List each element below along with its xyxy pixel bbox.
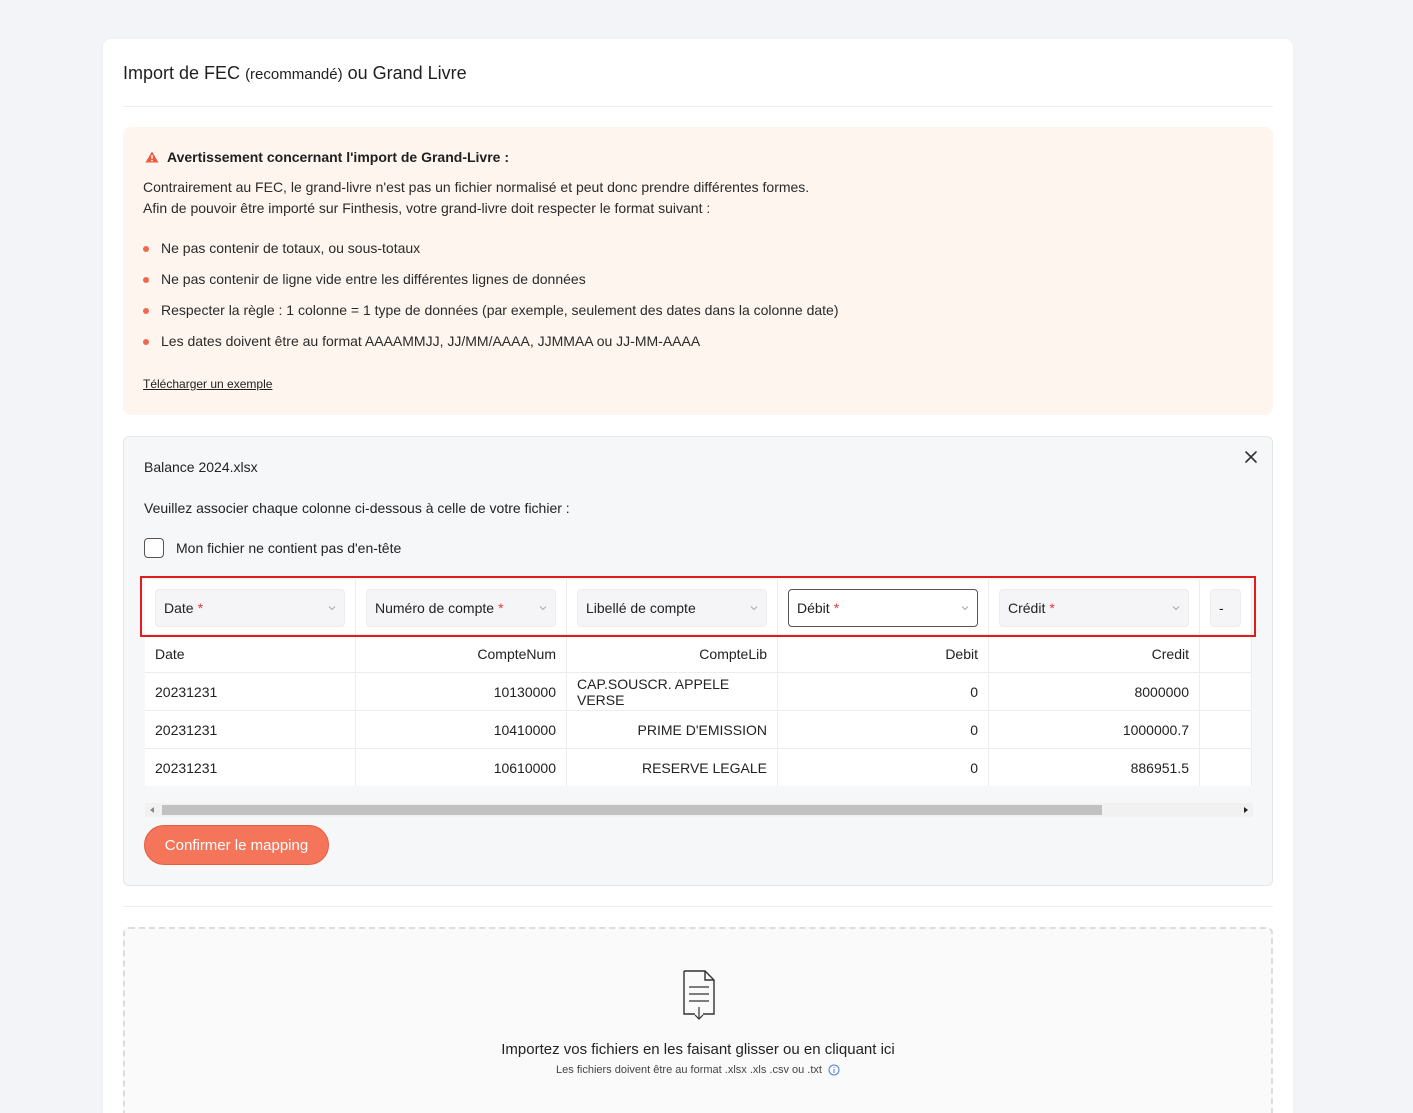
table-header-cell: CompteNum [356,634,567,672]
bullet-text: Les dates doivent être au format AAAAMMJ… [161,333,701,349]
table-cell: 10610000 [356,748,567,786]
table-cell: 0 [778,672,989,710]
mapping-table: Date * Date 20231231 20231231 20231231 Nu… [145,580,1253,787]
table-header-cell: Debit [778,634,989,672]
warning-bullet-list: Ne pas contenir de totaux, ou sous-totau… [143,240,839,364]
table-column: Débit * Debit 0 0 0 [778,580,989,786]
bullet-dot [143,277,149,283]
column-select-credit[interactable]: Crédit * [999,589,1189,627]
table-cell: 0 [778,710,989,748]
warning-heading: Avertissement concernant l'import de Gra… [145,149,509,165]
select-label: - [1219,600,1224,616]
warning-box: Avertissement concernant l'import de Gra… [123,127,1273,415]
scrollbar-thumb[interactable] [162,805,1102,815]
chevron-down-icon [539,606,547,611]
table-header-cell [1200,634,1252,672]
table-column: Numéro de compte * CompteNum 10130000 104… [356,580,567,786]
title-divider [123,106,1273,107]
page-title: Import de FEC (recommandé) ou Grand Livr… [123,63,467,84]
chevron-down-icon [961,606,969,611]
bullet-text: Ne pas contenir de totaux, ou sous-totau… [161,240,421,256]
bullet-text: Ne pas contenir de ligne vide entre les … [161,271,586,287]
table-header-cell: Date [145,634,356,672]
table-header-cell: CompteLib [567,634,778,672]
table-cell: 20231231 [145,710,356,748]
select-label: Libellé de compte [586,600,696,616]
table-column: Date * Date 20231231 20231231 20231231 [145,580,356,786]
table-cell [1200,748,1252,786]
scroll-left-icon[interactable] [148,806,156,814]
chevron-down-icon [750,606,758,611]
bullet-dot [143,246,149,252]
select-label: Date * [164,600,204,616]
select-label: Numéro de compte * [375,600,504,616]
table-cell: 886951.5 [989,748,1200,786]
scroll-right-icon[interactable] [1242,806,1250,814]
table-cell: 10130000 [356,672,567,710]
select-cell: Débit * [778,580,989,634]
column-select-numero-de-compte[interactable]: Numéro de compte * [366,589,556,627]
select-cell: Libellé de compte [567,580,778,634]
download-example-link[interactable]: Télécharger un exemple [143,377,272,391]
column-select-debit[interactable]: Débit * [788,589,978,627]
select-label: Débit * [797,600,840,616]
select-cell: Numéro de compte * [356,580,567,634]
column-select-date[interactable]: Date * [155,589,345,627]
mapping-instruction: Veuillez associer chaque colonne ci-dess… [144,500,570,516]
confirm-mapping-button[interactable]: Confirmer le mapping [144,825,329,865]
warning-icon [145,151,159,163]
select-cell: - [1200,580,1252,634]
chevron-down-icon [328,606,336,611]
file-name: Balance 2024.xlsx [144,459,258,475]
chevron-down-icon [1172,606,1180,611]
table-cell: RESERVE LEGALE [567,748,778,786]
no-header-checkbox[interactable] [144,538,164,558]
table-cell: 1000000.7 [989,710,1200,748]
title-end: ou Grand Livre [347,63,467,83]
select-label: Crédit * [1008,600,1055,616]
table-column: - [1200,580,1252,786]
select-cell: Date * [145,580,356,634]
bullet-dot [143,339,149,345]
warning-para-1: Contrairement au FEC, le grand-livre n'e… [143,179,810,195]
dropzone-text: Importez vos fichiers en les faisant gli… [501,1041,895,1058]
horizontal-scrollbar[interactable] [145,803,1253,817]
table-header-cell: Credit [989,634,1200,672]
column-select-libelle-de-compte[interactable]: Libellé de compte [577,589,767,627]
import-card: Import de FEC (recommandé) ou Grand Livr… [103,39,1293,1113]
no-header-label: Mon fichier ne contient pas d'en-tête [176,540,402,556]
list-item: Ne pas contenir de totaux, ou sous-totau… [143,240,839,271]
table-cell [1200,710,1252,748]
column-select-extra[interactable]: - [1210,589,1241,627]
info-icon[interactable] [828,1064,840,1076]
title-main: Import de FEC [123,63,241,83]
table-cell: PRIME D'EMISSION [567,710,778,748]
table-cell: 0 [778,748,989,786]
list-item: Les dates doivent être au format AAAAMMJ… [143,333,839,364]
table-cell: 10410000 [356,710,567,748]
table-cell: 8000000 [989,672,1200,710]
no-header-option: Mon fichier ne contient pas d'en-tête [144,538,401,558]
bullet-dot [143,308,149,314]
dropzone-format-text: Les fichiers doivent être au format .xls… [556,1064,822,1076]
table-cell [1200,672,1252,710]
select-cell: Crédit * [989,580,1200,634]
close-icon[interactable] [1244,450,1258,464]
list-item: Respecter la règle : 1 colonne = 1 type … [143,302,839,333]
list-item: Ne pas contenir de ligne vide entre les … [143,271,839,302]
title-paren: (recommandé) [245,66,343,83]
table-column: Libellé de compte CompteLib CAP.SOUSCR. … [567,580,778,786]
bullet-text: Respecter la règle : 1 colonne = 1 type … [161,302,839,318]
table-column: Crédit * Credit 8000000 1000000.7 886951.… [989,580,1200,786]
mapping-panel: Balance 2024.xlsx Veuillez associer chaq… [123,436,1273,886]
warning-para-2: Afin de pouvoir être importé sur Finthes… [143,200,711,216]
warning-heading-text: Avertissement concernant l'import de Gra… [167,149,510,165]
section-divider [123,906,1273,907]
table-cell: CAP.SOUSCR. APPELE VERSE [567,672,778,710]
table-cell: 20231231 [145,748,356,786]
dropzone-subtext: Les fichiers doivent être au format .xls… [125,1064,1271,1076]
file-dropzone[interactable]: Importez vos fichiers en les faisant gli… [123,927,1273,1113]
table-cell: 20231231 [145,672,356,710]
document-download-icon [683,970,715,1020]
